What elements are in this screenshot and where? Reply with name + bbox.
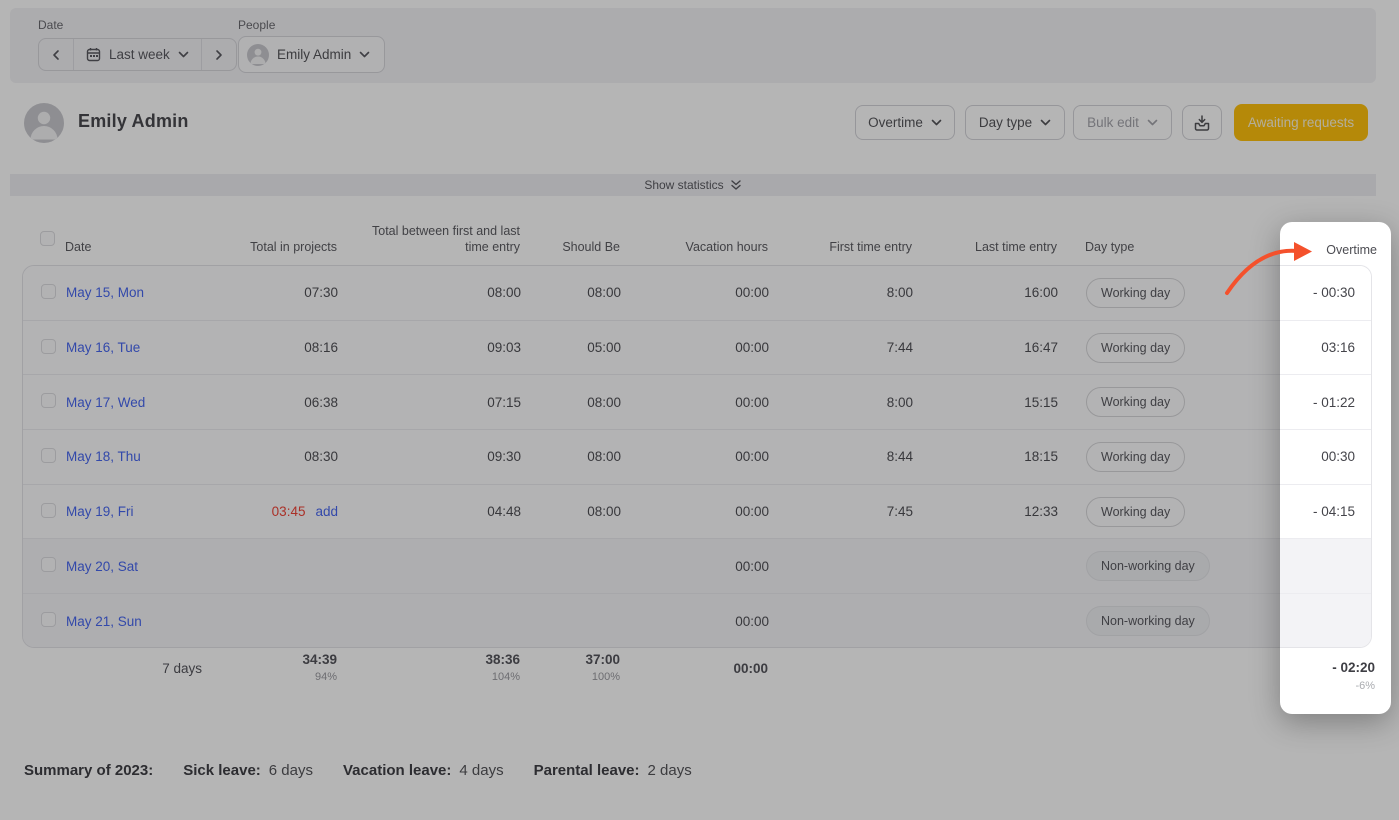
overtime-cell: - 04:15 <box>1280 484 1371 540</box>
overtime-cell: 00:30 <box>1280 430 1371 485</box>
overtime-values-panel: - 00:30 03:16 - 01:22 00:30 - 04:15 <box>1280 265 1372 648</box>
overtime-total: - 02:20 -6% <box>1332 660 1375 692</box>
overtime-cell <box>1280 594 1371 647</box>
overtime-column-header: Overtime <box>1326 243 1377 257</box>
tutorial-dim-overlay <box>0 0 1399 820</box>
overtime-cell <box>1280 539 1371 595</box>
overtime-cell: 03:16 <box>1280 320 1371 376</box>
overtime-cell: - 01:22 <box>1280 375 1371 431</box>
overtime-cell: - 00:30 <box>1280 266 1371 321</box>
overtime-column-spotlight: Overtime - 00:30 03:16 - 01:22 00:30 - 0… <box>1280 222 1391 714</box>
